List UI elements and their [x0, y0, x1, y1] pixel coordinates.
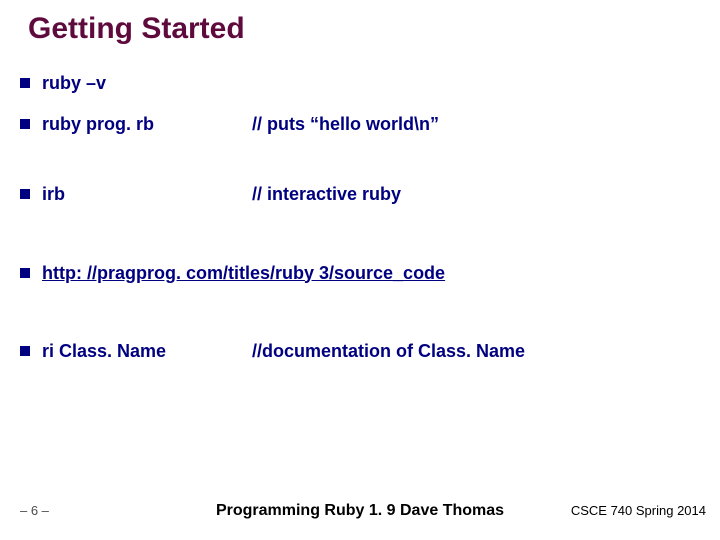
- bullet-icon: [20, 346, 30, 356]
- item-command: irb: [42, 183, 252, 206]
- bullet-item: ri Class. Name //documentation of Class.…: [20, 340, 700, 363]
- bullet-item: ruby –v: [20, 72, 700, 95]
- item-link[interactable]: http: //pragprog. com/titles/ruby 3/sour…: [42, 262, 445, 285]
- slide-body: ruby –v ruby prog. rb // puts “hello wor…: [20, 72, 700, 401]
- item-command: ruby prog. rb: [42, 113, 252, 136]
- bullet-icon: [20, 119, 30, 129]
- footer-right: CSCE 740 Spring 2014: [571, 503, 706, 518]
- bullet-item: ruby prog. rb // puts “hello world\n”: [20, 113, 700, 136]
- item-command: ruby –v: [42, 72, 252, 95]
- bullet-item: irb // interactive ruby: [20, 183, 700, 206]
- bullet-icon: [20, 189, 30, 199]
- item-comment: // puts “hello world\n”: [252, 113, 439, 136]
- bullet-icon: [20, 268, 30, 278]
- item-comment: // interactive ruby: [252, 183, 401, 206]
- item-command: ri Class. Name: [42, 340, 252, 363]
- item-comment: //documentation of Class. Name: [252, 340, 525, 363]
- bullet-icon: [20, 78, 30, 88]
- bullet-item: http: //pragprog. com/titles/ruby 3/sour…: [20, 262, 700, 285]
- slide-title: Getting Started: [28, 12, 245, 46]
